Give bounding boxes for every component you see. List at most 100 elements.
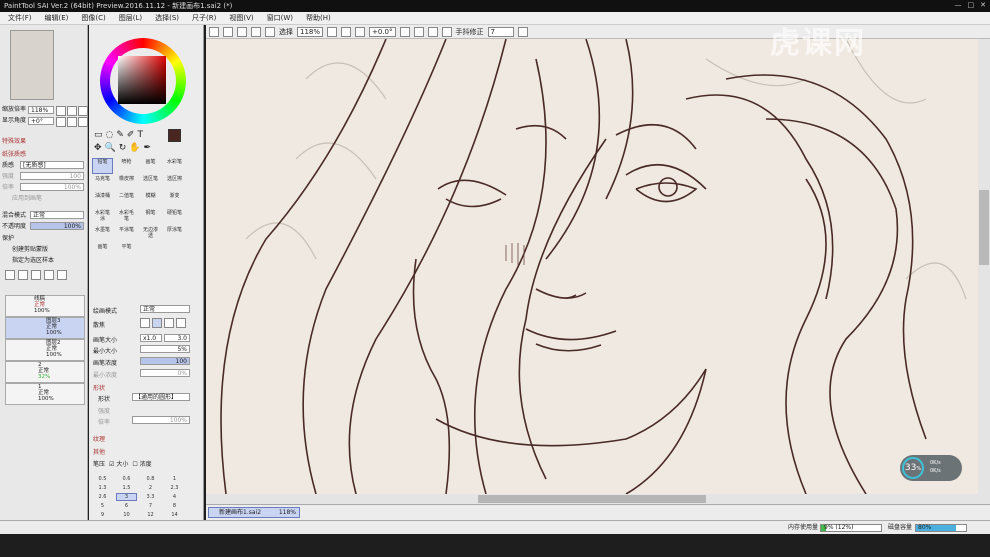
merge-icon[interactable] xyxy=(44,270,54,280)
blend-select[interactable]: 正常 xyxy=(30,211,84,219)
brush-tool-slot[interactable]: 选区笔 xyxy=(140,175,161,191)
navigator-thumbnail[interactable] xyxy=(10,30,54,100)
drawing-canvas[interactable] xyxy=(206,39,978,494)
selection-toggle[interactable] xyxy=(265,26,275,37)
new-folder-icon[interactable] xyxy=(18,270,28,280)
effects-section[interactable]: 特殊效果 xyxy=(2,138,86,146)
brush-tool-slot[interactable]: 水彩笔涂 xyxy=(92,209,113,225)
nav-rotate-reset-icon[interactable] xyxy=(78,117,88,127)
size-preset[interactable]: 3.3 xyxy=(140,493,161,501)
zoom-in-icon[interactable] xyxy=(341,26,352,37)
size-preset[interactable]: 9 xyxy=(92,511,113,519)
size-preset[interactable]: 2.3 xyxy=(164,484,185,492)
size-preset[interactable]: 8 xyxy=(164,502,185,510)
menu-select[interactable]: 选择(S) xyxy=(147,12,184,24)
size-preset[interactable]: 0.5 xyxy=(92,475,113,483)
brush-tool-slot[interactable]: 平涂笔 xyxy=(116,226,137,242)
brush-tool-slot[interactable]: 平笔 xyxy=(116,243,137,259)
nav-zoom-in-icon[interactable] xyxy=(67,106,77,116)
edge-soft-icon[interactable] xyxy=(140,318,150,328)
min-size-field[interactable]: 5% xyxy=(140,345,190,353)
brush-tool-slot[interactable]: 画笔 xyxy=(92,243,113,259)
edge-mid-icon[interactable] xyxy=(152,318,162,328)
layer-item[interactable]: 图层3 正常 100% xyxy=(5,317,85,339)
scale-field[interactable]: 100% xyxy=(20,183,84,191)
size-preset[interactable]: 0.6 xyxy=(116,475,137,483)
density-slider[interactable]: 100 xyxy=(140,357,190,365)
strength-field[interactable]: 100 xyxy=(20,172,84,180)
size-preset[interactable]: 14 xyxy=(164,511,185,519)
shape-section[interactable]: 形状 xyxy=(93,383,105,392)
size-preset[interactable]: 12 xyxy=(140,511,161,519)
lasso-icon[interactable]: ◌ xyxy=(106,130,114,140)
rotate-icon[interactable]: ↻ xyxy=(119,143,127,153)
brush-tool-slot[interactable]: 马克笔 xyxy=(92,175,113,191)
brush-tool-slot[interactable]: 厚涂笔 xyxy=(164,226,185,242)
menu-edit[interactable]: 编辑(E) xyxy=(37,12,74,24)
brush-tool-slot[interactable]: 画笔 xyxy=(140,158,161,174)
picker-icon[interactable]: ✒ xyxy=(144,143,152,153)
vertical-scroll-thumb[interactable] xyxy=(979,190,989,265)
apply-canvas-checkbox[interactable]: 应用到画笔 xyxy=(2,195,86,203)
sel-source-checkbox[interactable]: 指定为选区样本 xyxy=(2,257,86,265)
angle-select[interactable]: +0.0° xyxy=(369,26,396,37)
zoom-out-icon[interactable] xyxy=(327,26,338,37)
zoom-icon[interactable]: 🔍 xyxy=(105,143,116,153)
shape-scale-field[interactable]: 100% xyxy=(132,416,190,424)
menu-help[interactable]: 帮助(H) xyxy=(298,12,336,24)
brush-tool-slot[interactable]: 水彩毛笔 xyxy=(116,209,137,225)
maximize-icon[interactable]: □ xyxy=(968,1,975,9)
magic-wand-icon[interactable]: ✎ xyxy=(116,130,124,140)
layer-item[interactable]: 图层2 正常 100% xyxy=(5,339,85,361)
zoom-select[interactable]: 118% xyxy=(297,26,324,37)
size-field[interactable]: 3.0 xyxy=(164,334,190,342)
menu-window[interactable]: 窗口(W) xyxy=(259,12,298,24)
nav-zoom-field[interactable]: 118% xyxy=(28,106,54,114)
brush-tool-slot[interactable]: 二值笔 xyxy=(116,192,137,208)
edge-hard-icon[interactable] xyxy=(164,318,174,328)
current-color-swatch[interactable] xyxy=(168,129,181,142)
brush-tool-slot[interactable]: 硬铅笔 xyxy=(164,209,185,225)
saturation-value-square[interactable] xyxy=(118,56,166,104)
nav-rotate-left-icon[interactable] xyxy=(56,117,66,127)
brush-tool-slot[interactable]: 无边渗透 xyxy=(140,226,161,242)
size-preset[interactable]: 2 xyxy=(140,484,161,492)
nav-angle-field[interactable]: +0° xyxy=(28,117,54,125)
nav-zoom-reset-icon[interactable] xyxy=(78,106,88,116)
invert-icon[interactable] xyxy=(251,26,261,37)
new-mask-icon[interactable] xyxy=(31,270,41,280)
line-tool-icon[interactable] xyxy=(517,26,528,37)
redo-icon[interactable] xyxy=(223,26,233,37)
brush-tool-slot[interactable]: 喷枪 xyxy=(116,158,137,174)
brush-tool-slot[interactable]: 渐变 xyxy=(164,192,185,208)
flip-icon[interactable] xyxy=(441,26,452,37)
other-section[interactable]: 其他 xyxy=(93,447,105,456)
size-preset[interactable]: 0.8 xyxy=(140,475,161,483)
stabilizer-select[interactable]: 7 xyxy=(487,26,514,37)
size-preset[interactable]: 4 xyxy=(164,493,185,501)
eyedropper-icon[interactable]: ✐ xyxy=(127,130,135,140)
rotate-left-icon[interactable] xyxy=(399,26,410,37)
opacity-slider[interactable]: 100% xyxy=(30,222,84,230)
shape-select[interactable]: 【通用的圆形】 xyxy=(132,393,190,401)
size-preset[interactable]: 7 xyxy=(140,502,161,510)
vertical-scrollbar[interactable] xyxy=(978,39,990,494)
size-preset[interactable]: 10 xyxy=(116,511,137,519)
size-preset[interactable]: 3 xyxy=(116,493,137,501)
move-icon[interactable]: ✥ xyxy=(94,143,102,153)
horizontal-scroll-thumb[interactable] xyxy=(478,495,706,503)
texture-brush-section[interactable]: 纹理 xyxy=(93,434,105,443)
hand-icon[interactable]: ✋ xyxy=(129,143,140,153)
brush-tool-slot[interactable]: 模糊 xyxy=(140,192,161,208)
size-preset[interactable]: 5 xyxy=(92,502,113,510)
rotate-right-icon[interactable] xyxy=(413,26,424,37)
brush-tool-slot[interactable]: 钢笔 xyxy=(140,209,161,225)
size-preset[interactable]: 1 xyxy=(164,475,185,483)
min-density-field[interactable]: 0% xyxy=(140,369,190,377)
rotate-reset-icon[interactable] xyxy=(427,26,438,37)
brush-tool-slot[interactable]: 铅笔 xyxy=(92,158,113,174)
nav-zoom-out-icon[interactable] xyxy=(56,106,66,116)
menu-layer[interactable]: 图层(L) xyxy=(111,12,147,24)
brush-tool-slot[interactable] xyxy=(140,243,161,259)
size-preset[interactable]: 6 xyxy=(116,502,137,510)
